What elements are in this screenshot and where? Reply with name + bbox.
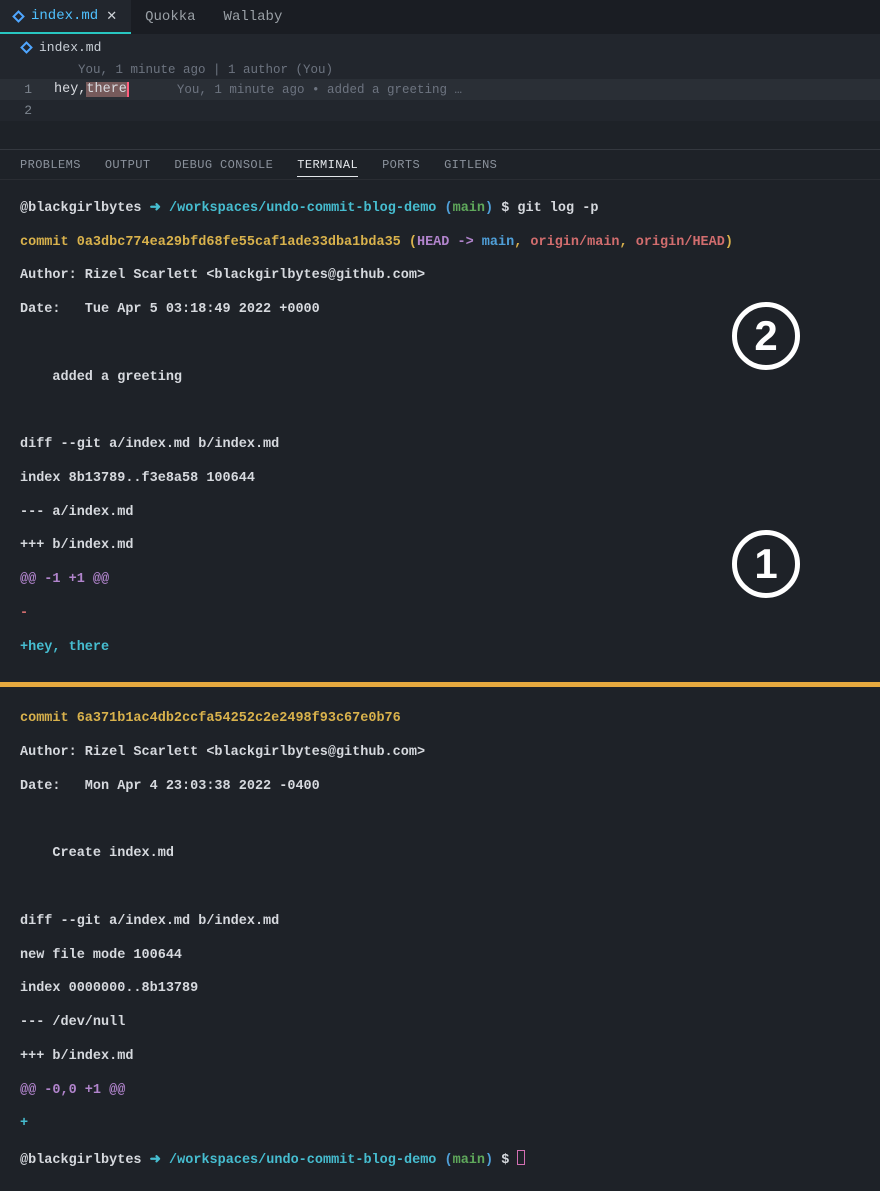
- tab-gitlens[interactable]: GITLENS: [444, 158, 497, 172]
- breadcrumb-label: index.md: [39, 40, 101, 55]
- terminal-line: commit 6a371b1ac4db2ccfa54252c2e2498f93c…: [20, 711, 860, 728]
- terminal-line: added a greeting: [20, 370, 860, 387]
- tab-debug-console[interactable]: DEBUG CONSOLE: [174, 158, 273, 172]
- tab-terminal[interactable]: TERMINAL: [297, 158, 358, 177]
- tab-label: index.md: [31, 8, 98, 24]
- code-text: hey,: [54, 82, 86, 97]
- markdown-file-icon: [12, 10, 25, 23]
- code-text-selected: there: [86, 82, 129, 97]
- terminal-line: Author: Rizel Scarlett <blackgirlbytes@g…: [20, 745, 860, 762]
- tab-quokka[interactable]: Quokka: [131, 0, 209, 33]
- terminal-line: diff --git a/index.md b/index.md: [20, 914, 860, 931]
- editor-tabbar: index.md ✕ Quokka Wallaby: [0, 0, 880, 34]
- terminal-line: Date: Tue Apr 5 03:18:49 2022 +0000: [20, 302, 860, 319]
- tab-label: Wallaby: [224, 9, 283, 25]
- line-number: 1: [0, 82, 54, 97]
- terminal-line: --- a/index.md: [20, 505, 860, 522]
- terminal-line: index 0000000..8b13789: [20, 981, 860, 998]
- close-icon[interactable]: ✕: [106, 10, 117, 23]
- code-editor[interactable]: You, 1 minute ago | 1 author (You) 1 hey…: [0, 61, 880, 121]
- tab-ports[interactable]: PORTS: [382, 158, 420, 172]
- terminal-line: Author: Rizel Scarlett <blackgirlbytes@g…: [20, 268, 860, 285]
- terminal-line: --- /dev/null: [20, 1015, 860, 1032]
- line-number: 2: [0, 103, 54, 118]
- terminal-line: Date: Mon Apr 4 23:03:38 2022 -0400: [20, 779, 860, 796]
- code-line-1[interactable]: 1 hey, there You, 1 minute ago • added a…: [0, 79, 880, 100]
- breadcrumb[interactable]: index.md: [0, 34, 880, 61]
- tab-wallaby[interactable]: Wallaby: [210, 0, 297, 33]
- terminal-cursor-icon: [517, 1150, 525, 1165]
- annotation-marker-2: 2: [732, 302, 800, 370]
- terminal-prompt[interactable]: @blackgirlbytes ➜ /workspaces/undo-commi…: [20, 1150, 860, 1170]
- terminal-line: @blackgirlbytes ➜ /workspaces/undo-commi…: [20, 201, 860, 218]
- tab-output[interactable]: OUTPUT: [105, 158, 151, 172]
- tab-index-md[interactable]: index.md ✕: [0, 0, 131, 34]
- annotation-separator: [0, 682, 880, 687]
- terminal-line: diff --git a/index.md b/index.md: [20, 437, 860, 454]
- terminal[interactable]: @blackgirlbytes ➜ /workspaces/undo-commi…: [0, 180, 880, 679]
- terminal[interactable]: commit 6a371b1ac4db2ccfa54252c2e2498f93c…: [0, 690, 880, 1191]
- gitlens-blame-header: You, 1 minute ago | 1 author (You): [0, 61, 880, 79]
- markdown-file-icon: [20, 41, 33, 54]
- tab-problems[interactable]: PROBLEMS: [20, 158, 81, 172]
- terminal-line: -: [20, 606, 860, 623]
- code-line-2[interactable]: 2: [0, 100, 880, 121]
- terminal-line: +++ b/index.md: [20, 1049, 860, 1066]
- terminal-line: +hey, there: [20, 640, 860, 657]
- terminal-line: @@ -0,0 +1 @@: [20, 1083, 860, 1100]
- terminal-line: commit 0a3dbc774ea29bfd68fe55caf1ade33db…: [20, 235, 860, 252]
- panel-tabbar: PROBLEMS OUTPUT DEBUG CONSOLE TERMINAL P…: [0, 149, 880, 180]
- terminal-line: [20, 880, 860, 897]
- terminal-line: [20, 813, 860, 830]
- annotation-marker-1: 1: [732, 530, 800, 598]
- terminal-line: [20, 403, 860, 420]
- terminal-line: +: [20, 1116, 860, 1133]
- gitlens-inline-blame: You, 1 minute ago • added a greeting …: [177, 83, 462, 97]
- tab-label: Quokka: [145, 9, 195, 25]
- terminal-line: new file mode 100644: [20, 948, 860, 965]
- terminal-line: Create index.md: [20, 846, 860, 863]
- terminal-line: index 8b13789..f3e8a58 100644: [20, 471, 860, 488]
